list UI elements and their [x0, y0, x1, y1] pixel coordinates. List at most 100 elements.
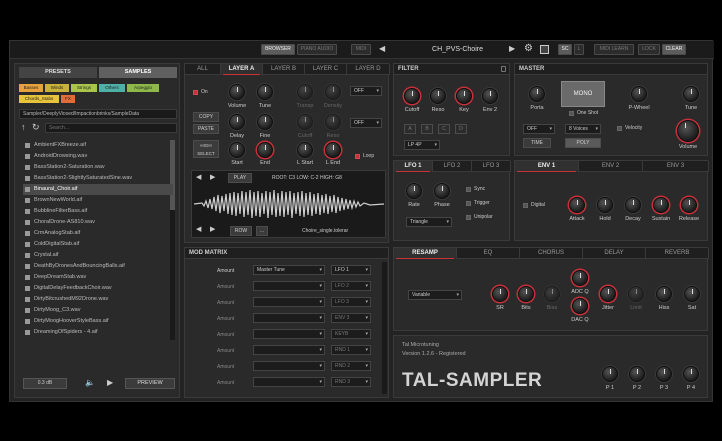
loop-start-knob[interactable]	[297, 142, 313, 158]
sample-path[interactable]: Sampler/DeeplyVioxed/Impactionbrinks/Sam…	[19, 109, 177, 119]
mod-amount[interactable]: Amount	[195, 298, 241, 308]
file-item[interactable]: DeathByDronesAndBouncingBalls.aif	[23, 261, 173, 272]
filter-env2-knob[interactable]	[482, 88, 498, 104]
file-item[interactable]: BubblineFilterBass.aif	[23, 206, 173, 217]
tab-layer-b[interactable]: LAYER B	[263, 64, 305, 75]
performance-knob-4[interactable]	[683, 366, 699, 382]
mod-source[interactable]: RND 1	[331, 345, 371, 355]
bias-knob[interactable]	[544, 286, 560, 302]
lock-button[interactable]: LOCK	[638, 44, 660, 55]
porta-mode-select[interactable]: OFF	[523, 124, 555, 134]
file-item[interactable]: AmbientFXBreeze.aif	[23, 140, 173, 151]
loop-toggle[interactable]	[355, 154, 360, 159]
filter-reso-knob[interactable]	[430, 88, 446, 104]
clear-button[interactable]: CLEAR	[662, 44, 686, 55]
tab-layer-d[interactable]: LAYER D	[347, 64, 390, 75]
file-item[interactable]: DirtyMoog_C3.wav	[23, 305, 173, 316]
midi-learn-button[interactable]: MIDI LEARN	[594, 44, 634, 55]
sample-next-icon[interactable]: ▶	[210, 225, 215, 233]
more-button[interactable]: ...	[256, 226, 268, 236]
mod-destination[interactable]	[253, 313, 325, 323]
mod-source[interactable]: LFO 1	[331, 265, 371, 275]
search-input[interactable]	[45, 123, 177, 133]
release-knob[interactable]	[681, 197, 697, 213]
file-item[interactable]: ChoralDrone-AS810.wav	[23, 217, 173, 228]
tab-samples[interactable]: SAMPLES	[99, 67, 177, 78]
refresh-icon[interactable]: ↻	[32, 122, 40, 133]
jitter-knob[interactable]	[600, 286, 616, 302]
category-tag[interactable]: Strings	[71, 84, 97, 92]
copy-button[interactable]: COPY	[193, 112, 219, 122]
one-shot-toggle[interactable]	[569, 111, 574, 116]
category-tag[interactable]: FX	[61, 95, 75, 103]
category-tag[interactable]: Arpeggio	[127, 84, 159, 92]
mod-amount[interactable]: Amount	[195, 330, 241, 340]
filter-key-knob[interactable]	[456, 88, 472, 104]
mod-source[interactable]: LFO 2	[331, 281, 371, 291]
tune-knob[interactable]	[257, 84, 273, 100]
mod-amount[interactable]: Amount	[195, 282, 241, 292]
lfo-phase-knob[interactable]	[434, 183, 450, 199]
file-item-selected[interactable]: Binaural_Choir.aif	[23, 184, 173, 195]
filter-lock-icon[interactable]	[501, 66, 506, 72]
tab-env-3[interactable]: ENV 3	[643, 161, 709, 172]
mod-destination[interactable]	[253, 329, 325, 339]
mod-matrix-scrollbar[interactable]	[382, 262, 387, 394]
sr-knob[interactable]	[492, 286, 508, 302]
mod-destination[interactable]	[253, 361, 325, 371]
hold-knob[interactable]	[597, 197, 613, 213]
bits-knob[interactable]	[518, 286, 534, 302]
mod-source[interactable]: LFO 3	[331, 297, 371, 307]
waveform-display[interactable]: ◀ ▶ PLAY ROOT: C3 LOW: C-2 HIGH: G8 ◀ ▶ …	[191, 170, 386, 238]
layer-select-1[interactable]: OFF	[350, 86, 382, 96]
speaker-icon[interactable]: 🔈	[85, 378, 95, 387]
tab-layer-a[interactable]: LAYER A	[221, 64, 263, 75]
file-item[interactable]: DigitalDelayFeedbackChoir.wav	[23, 283, 173, 294]
master-tune-knob[interactable]	[683, 86, 699, 102]
layer-on-toggle[interactable]	[193, 90, 198, 95]
decay-knob[interactable]	[625, 197, 641, 213]
porta-knob[interactable]	[529, 86, 545, 102]
play-button[interactable]: PLAY	[228, 173, 252, 183]
midi-button[interactable]: MIDI	[351, 44, 371, 55]
tab-lfo-1[interactable]: LFO 1	[394, 161, 433, 172]
mod-source[interactable]: ENV 3	[331, 313, 371, 323]
mod-destination[interactable]	[253, 281, 325, 291]
layer-select-2[interactable]: OFF	[350, 118, 382, 128]
filter-mode-d[interactable]: D	[455, 124, 467, 134]
sc-button[interactable]: SC	[558, 44, 572, 55]
file-item[interactable]: AndroidDrowsing.wav	[23, 151, 173, 162]
mod-destination[interactable]	[253, 345, 325, 355]
tab-env-2[interactable]: ENV 2	[579, 161, 643, 172]
voices-select[interactable]: 8 Voices	[565, 124, 601, 134]
layer-cutoff-knob[interactable]	[297, 114, 313, 130]
file-item[interactable]: DirtyBitcrushedM92Drone.wav	[23, 294, 173, 305]
high-select-button[interactable]: HIGH SELECT	[193, 140, 219, 158]
mod-amount[interactable]: Amount	[195, 378, 241, 388]
preview-button[interactable]: PREVIEW	[125, 378, 175, 389]
file-item[interactable]: BassStation2-Saturation.wav	[23, 162, 173, 173]
loop-end-knob[interactable]	[325, 142, 341, 158]
filter-mode-c[interactable]: C	[438, 124, 450, 134]
play-icon[interactable]: ▶	[107, 378, 113, 387]
category-tag[interactable]: Chords_Stabs	[19, 95, 59, 103]
file-item[interactable]: Crystal.aif	[23, 250, 173, 261]
master-volume-knob[interactable]	[677, 120, 699, 142]
sample-prev-icon[interactable]: ◀	[196, 225, 201, 233]
lfo-rate-knob[interactable]	[406, 183, 422, 199]
previous-preset-icon[interactable]: ◀	[379, 44, 385, 53]
preview-volume[interactable]: 0.3 dB	[23, 378, 67, 389]
l-button[interactable]: L	[574, 44, 584, 55]
tab-reverb[interactable]: REVERB	[646, 248, 709, 259]
fine-knob[interactable]	[257, 114, 273, 130]
start-knob[interactable]	[229, 142, 245, 158]
layer-reso-knob[interactable]	[325, 114, 341, 130]
pitch-wheel-knob[interactable]	[631, 86, 647, 102]
density-knob[interactable]	[325, 84, 341, 100]
performance-knob-2[interactable]	[629, 366, 645, 382]
tab-presets[interactable]: PRESETS	[19, 67, 97, 78]
file-item[interactable]: BrownNewWorld.aif	[23, 195, 173, 206]
mono-button[interactable]: MONO	[561, 81, 605, 107]
category-tag[interactable]: Basses	[19, 84, 43, 92]
mod-source[interactable]: RND 2	[331, 361, 371, 371]
